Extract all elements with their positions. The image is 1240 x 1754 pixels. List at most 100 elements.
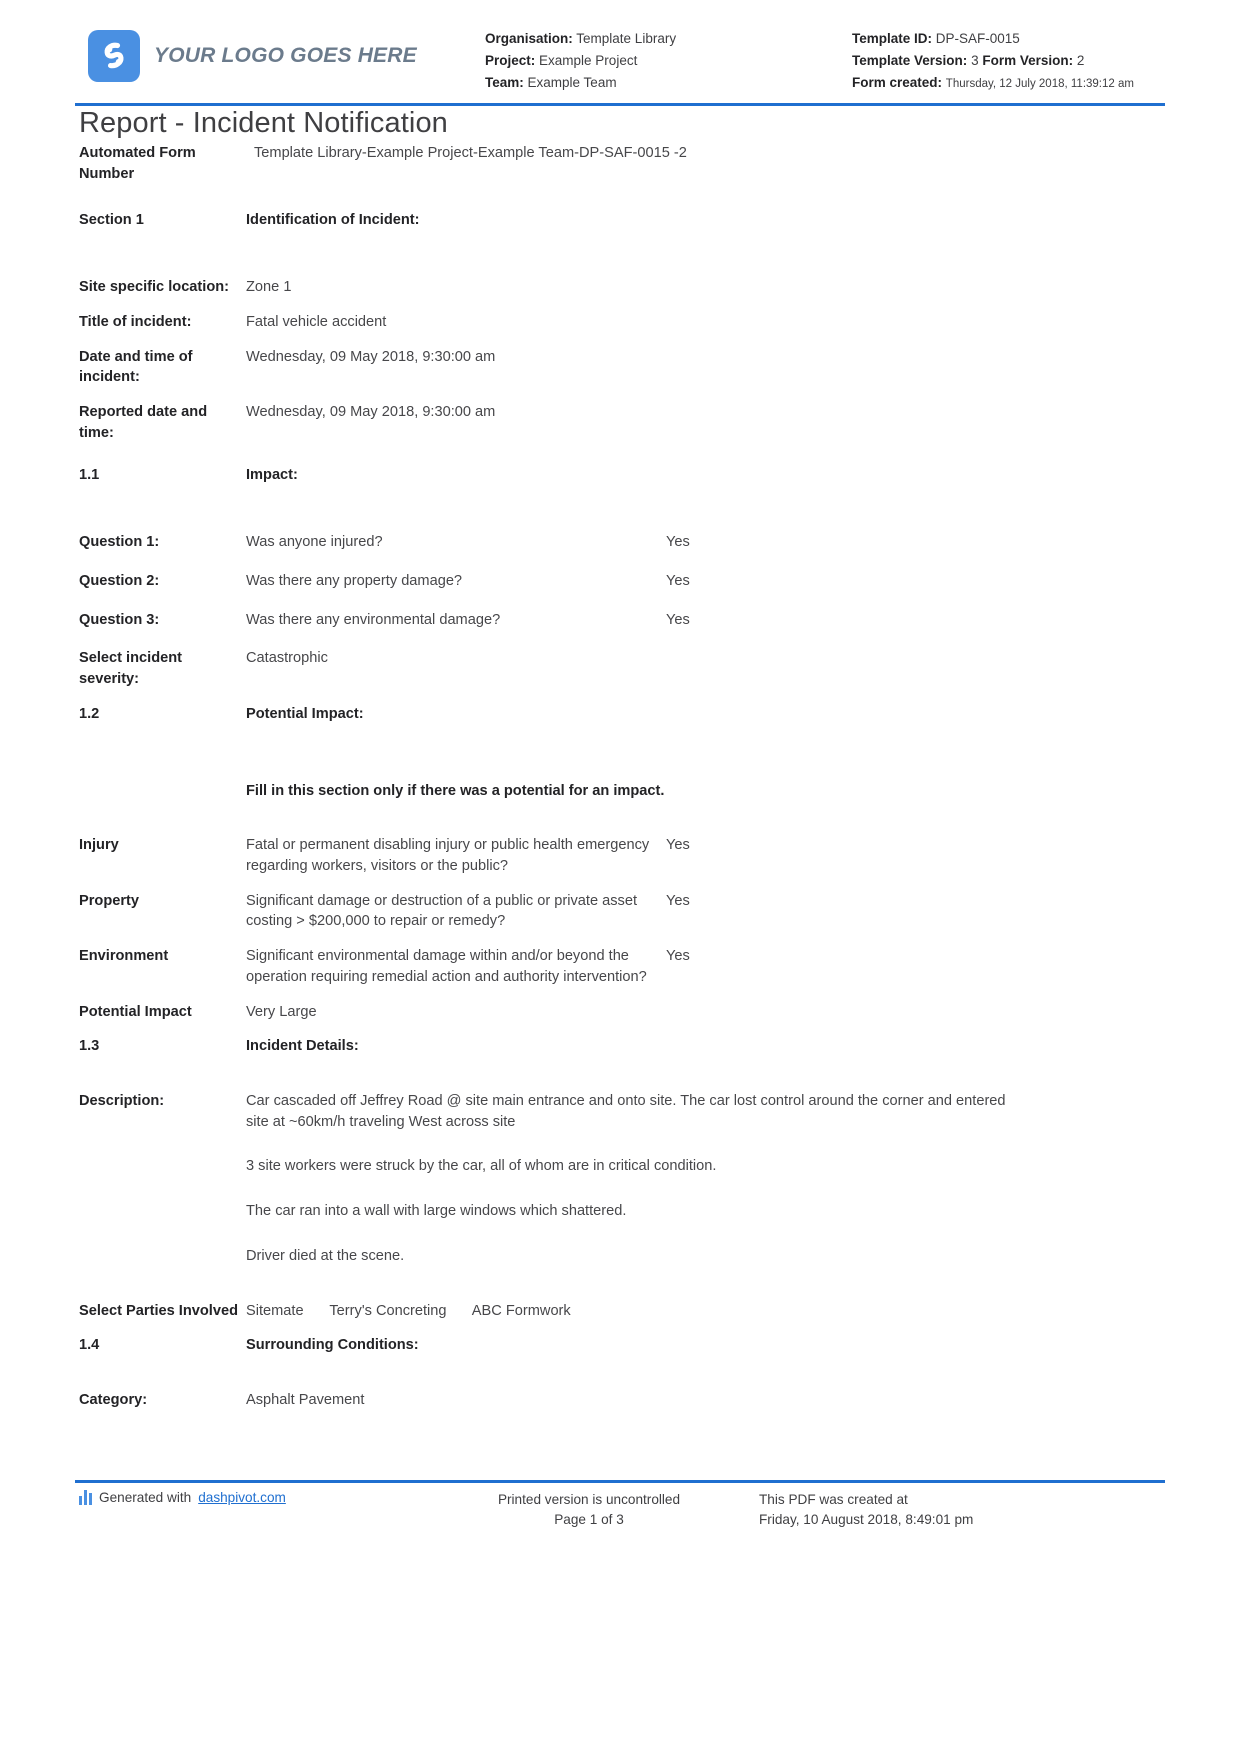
page-title: Report - Incident Notification	[79, 107, 448, 139]
question-1-answer: Yes	[666, 534, 690, 551]
row-question-1: Question 1: Was anyone injured? Yes	[79, 532, 1079, 553]
logo-block: YOUR LOGO GOES HERE	[88, 18, 418, 82]
row-property: Property Significant damage or destructi…	[79, 891, 1079, 932]
organisation-row: Organisation: Template Library	[485, 28, 785, 50]
generated-with-text: Generated with	[99, 1490, 192, 1505]
question-2-label: Question 2:	[79, 572, 160, 589]
row-question-3: Question 3: Was there any environmental …	[79, 610, 1079, 631]
document-footer: Generated with dashpivot.com Printed ver…	[79, 1490, 1161, 1529]
title-of-incident-label: Title of incident:	[79, 313, 192, 330]
page-number-text: Page 1 of 3	[554, 1511, 624, 1527]
question-3-label: Question 3:	[79, 611, 160, 628]
section-1-2-value: Potential Impact:	[246, 705, 364, 722]
template-id-value: DP-SAF-0015	[935, 31, 1020, 46]
row-section-1-4: 1.4 Surrounding Conditions:	[79, 1335, 1079, 1356]
form-created-row: Form created: Thursday, 12 July 2018, 11…	[852, 72, 1152, 94]
row-environment: Environment Significant environmental da…	[79, 946, 1079, 987]
date-of-incident-value: Wednesday, 09 May 2018, 9:30:00 am	[246, 348, 496, 365]
row-automated-form-number: Automated Form Number Template Library-E…	[79, 143, 1079, 184]
section-1-label: Section 1	[79, 212, 144, 229]
question-2-value: Was there any property damage?	[246, 572, 463, 589]
section-1-1-value: Impact:	[246, 467, 298, 484]
row-section-1-1: 1.1 Impact:	[79, 465, 1079, 486]
incident-severity-value: Catastrophic	[246, 650, 328, 667]
row-title-of-incident: Title of incident: Fatal vehicle acciden…	[79, 312, 1079, 333]
template-id-row: Template ID: DP-SAF-0015	[852, 28, 1152, 50]
category-value: Asphalt Pavement	[246, 1392, 365, 1408]
report-body: Automated Form Number Template Library-E…	[79, 143, 1079, 1411]
row-reported-date: Reported date and time: Wednesday, 09 Ma…	[79, 402, 1079, 443]
question-3-value: Was there any environmental damage?	[246, 611, 501, 628]
potential-impact-label: Potential Impact	[79, 1003, 192, 1020]
question-1-label: Question 1:	[79, 534, 160, 551]
organisation-value: Template Library	[576, 31, 677, 46]
section-1-1-label: 1.1	[79, 467, 100, 484]
automated-form-number-value: Template Library-Example Project-Example…	[254, 145, 687, 161]
property-value: Significant damage or destruction of a p…	[246, 892, 638, 930]
document-header: YOUR LOGO GOES HERE Organisation: Templa…	[88, 18, 1152, 94]
row-section-1: Section 1 Identification of Incident:	[79, 210, 1079, 231]
description-paragraph: Car cascaded off Jeffrey Road @ site mai…	[246, 1092, 1006, 1130]
incident-severity-label: Select incident severity:	[79, 650, 182, 688]
form-version-label: Form Version:	[982, 52, 1074, 68]
site-location-label: Site specific location:	[79, 279, 230, 296]
section-1-3-label: 1.3	[79, 1038, 100, 1055]
dashpivot-link[interactable]: dashpivot.com	[198, 1490, 286, 1505]
section-1-value: Identification of Incident:	[246, 212, 420, 229]
pdf-created-value: Friday, 10 August 2018, 8:49:01 pm	[759, 1511, 974, 1527]
description-paragraph: Driver died at the scene.	[246, 1247, 405, 1264]
potential-impact-value: Very Large	[246, 1003, 317, 1020]
injury-label: Injury	[79, 837, 119, 854]
footer-created-info: This PDF was created at Friday, 10 Augus…	[759, 1490, 1161, 1529]
environment-answer: Yes	[666, 948, 690, 965]
form-created-value: Thursday, 12 July 2018, 11:39:12 am	[945, 77, 1134, 90]
document-page: YOUR LOGO GOES HERE Organisation: Templa…	[0, 0, 1240, 1754]
footer-divider	[75, 1480, 1165, 1483]
organisation-label: Organisation:	[485, 31, 573, 46]
description-paragraph: The car ran into a wall with large windo…	[246, 1203, 627, 1220]
team-row: Team: Example Team	[485, 72, 785, 94]
party-item: Sitemate	[246, 1302, 304, 1319]
row-question-2: Question 2: Was there any property damag…	[79, 571, 1079, 592]
company-logo-icon	[88, 30, 140, 82]
row-potential-impact: Potential Impact Very Large	[79, 1002, 1079, 1023]
injury-value: Fatal or permanent disabling injury or p…	[246, 837, 650, 874]
team-label: Team:	[485, 74, 524, 90]
template-version-label: Template Version:	[852, 52, 968, 68]
automated-form-number-label: Automated Form Number	[79, 145, 196, 182]
project-label: Project:	[485, 52, 536, 68]
header-meta-right: Template ID: DP-SAF-0015 Template Versio…	[852, 18, 1152, 94]
property-answer: Yes	[666, 892, 690, 909]
section-1-3-value: Incident Details:	[246, 1038, 359, 1055]
project-row: Project: Example Project	[485, 50, 785, 72]
reported-date-label: Reported date and time:	[79, 404, 208, 441]
party-item: Terry's Concreting	[329, 1302, 447, 1319]
row-description: Description: Car cascaded off Jeffrey Ro…	[79, 1091, 1079, 1267]
template-version-row: Template Version: 3 Form Version: 2	[852, 50, 1152, 72]
title-of-incident-value: Fatal vehicle accident	[246, 313, 387, 330]
environment-value: Significant environmental damage within …	[246, 948, 647, 985]
property-label: Property	[79, 892, 140, 909]
site-location-value: Zone 1	[246, 279, 292, 296]
description-label: Description:	[79, 1092, 165, 1109]
row-fill-note: Fill in this section only if there was a…	[79, 781, 1079, 802]
row-section-1-2: 1.2 Potential Impact:	[79, 704, 1079, 725]
description-value: Car cascaded off Jeffrey Road @ site mai…	[246, 1091, 1006, 1267]
footer-generated-with: Generated with dashpivot.com	[79, 1490, 419, 1505]
template-id-label: Template ID:	[852, 31, 933, 46]
row-incident-severity: Select incident severity: Catastrophic	[79, 648, 1079, 689]
footer-print-info: Printed version is uncontrolled Page 1 o…	[419, 1490, 759, 1529]
team-value: Example Team	[527, 74, 617, 90]
injury-answer: Yes	[666, 837, 690, 854]
parties-involved-label: Select Parties Involved	[79, 1302, 238, 1319]
date-of-incident-label: Date and time of incident:	[79, 348, 193, 386]
section-1-2-label: 1.2	[79, 705, 100, 722]
row-parties-involved: Select Parties Involved Sitemate Terry's…	[79, 1301, 1079, 1322]
logo-text: YOUR LOGO GOES HERE	[154, 44, 417, 67]
question-1-value: Was anyone injured?	[246, 534, 383, 551]
pdf-created-label: This PDF was created at	[759, 1492, 908, 1507]
dashpivot-bars-icon	[79, 1490, 92, 1505]
row-site-location: Site specific location: Zone 1	[79, 277, 1079, 298]
row-section-1-3: 1.3 Incident Details:	[79, 1036, 1079, 1057]
header-divider	[75, 103, 1165, 106]
